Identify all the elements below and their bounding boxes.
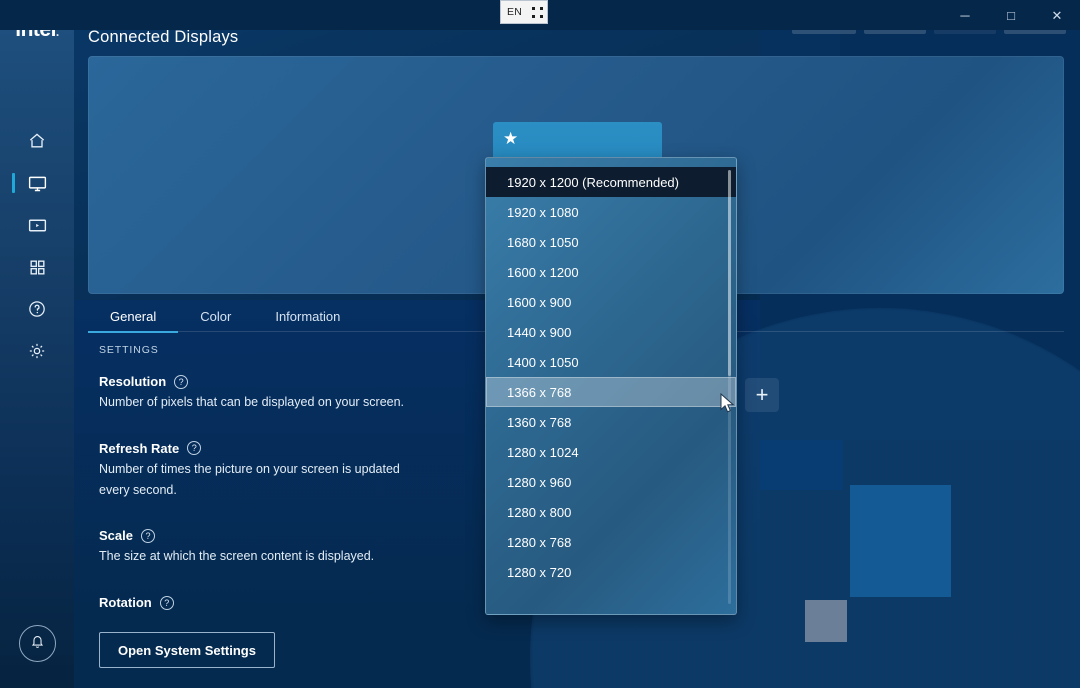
- star-icon: ★: [503, 130, 518, 147]
- resolution-option[interactable]: 1280 x 960: [486, 467, 736, 497]
- resolution-option[interactable]: 1600 x 900: [486, 287, 736, 317]
- resolution-option[interactable]: 1366 x 768: [486, 377, 736, 407]
- setting-refresh-rate: Refresh Rate ? Number of times the pictu…: [99, 441, 499, 501]
- resolution-option[interactable]: 1280 x 768: [486, 527, 736, 557]
- gear-icon: [27, 341, 47, 361]
- maximize-button[interactable]: □: [988, 0, 1034, 30]
- setting-description: The size at which the screen content is …: [99, 546, 429, 567]
- home-icon: [27, 131, 47, 151]
- minimize-button[interactable]: ─: [942, 0, 988, 30]
- sidebar-item-home[interactable]: [0, 120, 74, 162]
- bell-icon: [29, 633, 46, 655]
- resolution-option[interactable]: 1680 x 1050: [486, 227, 736, 257]
- resolution-option[interactable]: 1280 x 720: [486, 557, 736, 587]
- bg-square-blue: [850, 485, 951, 597]
- dropdown-scrollbar-track[interactable]: [728, 170, 731, 604]
- help-icon[interactable]: ?: [160, 596, 174, 610]
- active-indicator: [12, 173, 15, 193]
- sidebar-item-display[interactable]: [0, 162, 74, 204]
- setting-title: Scale: [99, 528, 133, 543]
- resolution-option[interactable]: 1920 x 1200 (Recommended): [486, 167, 736, 197]
- tab-color[interactable]: Color: [178, 300, 253, 332]
- video-icon: [27, 215, 48, 236]
- resolution-option[interactable]: 1280 x 800: [486, 497, 736, 527]
- setting-header: Rotation ?: [99, 595, 499, 610]
- setting-title: Resolution: [99, 374, 166, 389]
- window-controls: ─ □ ✕: [942, 0, 1080, 30]
- resolution-option[interactable]: 1360 x 768: [486, 407, 736, 437]
- sidebar-item-video[interactable]: [0, 204, 74, 246]
- apps-grid-icon: [28, 258, 47, 277]
- add-display-button[interactable]: +: [745, 378, 779, 412]
- notification-button[interactable]: [19, 625, 56, 662]
- setting-title: Refresh Rate: [99, 441, 179, 456]
- setting-title: Rotation: [99, 595, 152, 610]
- dropdown-scrollbar-thumb[interactable]: [728, 170, 731, 376]
- resolution-option[interactable]: 1600 x 1200: [486, 257, 736, 287]
- setting-description: Number of pixels that can be displayed o…: [99, 392, 429, 413]
- settings-section-label: SETTINGS: [99, 344, 499, 356]
- page-title: Connected Displays: [88, 28, 238, 47]
- resolution-option[interactable]: 1400 x 1050: [486, 347, 736, 377]
- help-icon[interactable]: ?: [141, 529, 155, 543]
- help-icon[interactable]: ?: [187, 441, 201, 455]
- setting-resolution: Resolution ? Number of pixels that can b…: [99, 374, 499, 413]
- keyboard-icon[interactable]: [532, 7, 543, 18]
- sidebar-item-support[interactable]: [0, 288, 74, 330]
- setting-header: Refresh Rate ?: [99, 441, 499, 456]
- setting-header: Scale ?: [99, 528, 499, 543]
- setting-rotation: Rotation ?: [99, 595, 499, 610]
- intel-graphics-command-center-window: ─ □ ✕ EN intel.: [0, 0, 1080, 688]
- language-bar[interactable]: EN: [500, 0, 548, 24]
- display-icon: [27, 173, 48, 194]
- bg-square-gray: [805, 600, 847, 642]
- resolution-option[interactable]: 1920 x 1080: [486, 197, 736, 227]
- setting-header: Resolution ?: [99, 374, 499, 389]
- open-system-settings-button[interactable]: Open System Settings: [99, 632, 275, 668]
- sidebar-nav: [0, 120, 74, 372]
- sidebar-item-apps[interactable]: [0, 246, 74, 288]
- setting-description: Number of times the picture on your scre…: [99, 459, 429, 501]
- bg-square-dark: [760, 440, 843, 490]
- setting-scale: Scale ? The size at which the screen con…: [99, 528, 499, 567]
- sidebar-item-settings[interactable]: [0, 330, 74, 372]
- resolution-dropdown[interactable]: 1920 x 1200 (Recommended)1920 x 10801680…: [485, 157, 737, 615]
- help-icon[interactable]: ?: [174, 375, 188, 389]
- tab-information[interactable]: Information: [253, 300, 362, 332]
- tab-general[interactable]: General: [88, 300, 178, 332]
- resolution-option[interactable]: 1280 x 1024: [486, 437, 736, 467]
- resolution-option-list: 1920 x 1200 (Recommended)1920 x 10801680…: [486, 167, 736, 614]
- language-indicator: EN: [507, 6, 522, 18]
- resolution-option[interactable]: 1440 x 900: [486, 317, 736, 347]
- settings-list: SETTINGS Resolution ? Number of pixels t…: [99, 344, 499, 638]
- close-button[interactable]: ✕: [1034, 0, 1080, 30]
- help-icon: [27, 299, 47, 319]
- sidebar: intel.: [0, 0, 74, 688]
